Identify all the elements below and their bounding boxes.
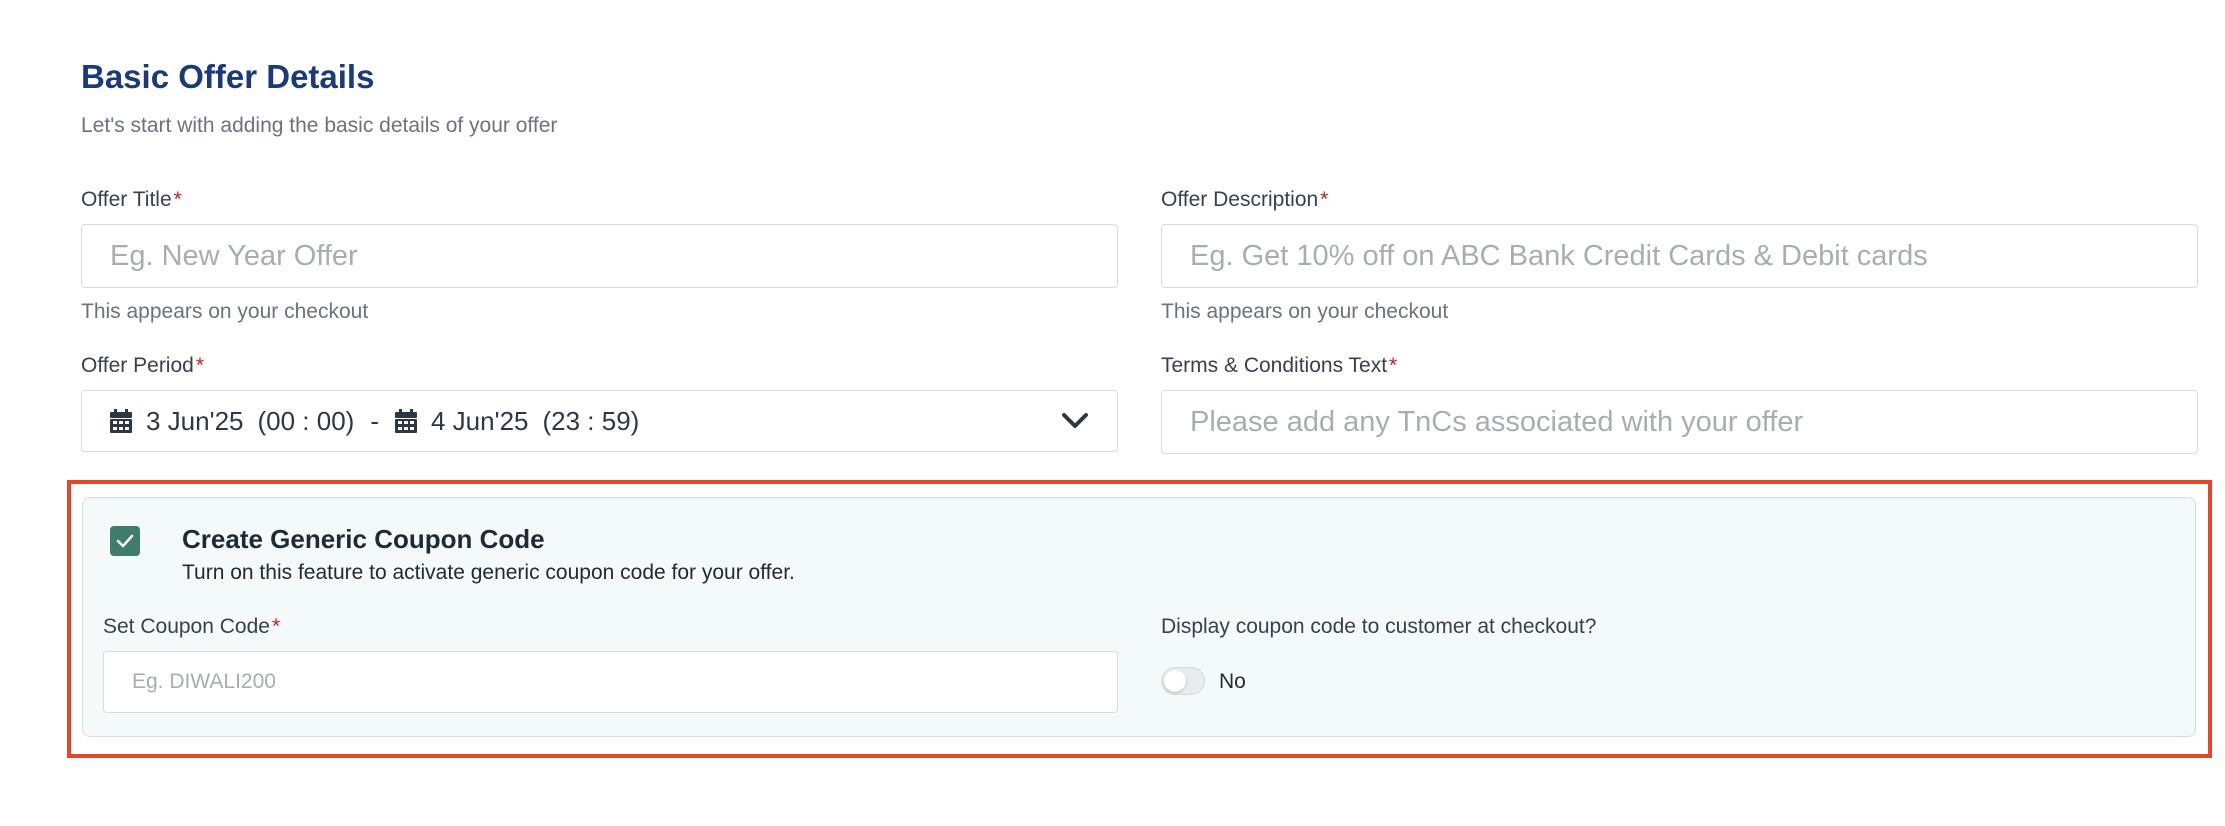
create-coupon-checkbox[interactable] — [110, 526, 140, 556]
offer-title-helper: This appears on your checkout — [81, 300, 369, 323]
offer-description-input[interactable] — [1161, 224, 2198, 288]
start-date: 3 Jun'25 — [146, 405, 244, 436]
offer-title-input[interactable] — [81, 224, 1118, 288]
toggle-knob — [1164, 670, 1186, 692]
terms-label: Terms & Conditions Text* — [1161, 354, 1398, 377]
display-coupon-toggle-text: No — [1219, 670, 1246, 693]
offer-description-label: Offer Description* — [1161, 188, 1329, 211]
end-date: 4 Jun'25 — [431, 405, 529, 436]
terms-input[interactable] — [1161, 390, 2198, 454]
offer-title-label: Offer Title* — [81, 188, 182, 211]
required-asterisk: * — [1320, 188, 1329, 211]
offer-period-picker[interactable]: 3 Jun'25 (00 : 00) - 4 Jun'25 (23 : 59) — [81, 390, 1118, 452]
end-time: (23 : 59) — [542, 405, 640, 436]
display-coupon-toggle[interactable] — [1161, 667, 1205, 695]
calendar-icon — [110, 409, 132, 433]
calendar-icon — [395, 409, 417, 433]
section-subtitle: Let's start with adding the basic detail… — [81, 114, 558, 137]
required-asterisk: * — [195, 354, 205, 377]
coupon-code-input[interactable] — [103, 651, 1118, 713]
display-coupon-label: Display coupon code to customer at check… — [1161, 615, 1597, 638]
required-asterisk: * — [1389, 354, 1398, 377]
offer-description-helper: This appears on your checkout — [1161, 300, 1449, 323]
coupon-code-label: Set Coupon Code* — [103, 615, 281, 638]
checkmark-icon — [116, 534, 134, 548]
chevron-down-icon[interactable] — [1061, 412, 1089, 430]
start-time: (00 : 00) — [257, 405, 355, 436]
offer-period-label: Offer Period* — [81, 354, 205, 377]
section-title: Basic Offer Details — [81, 58, 375, 95]
required-asterisk: * — [173, 188, 182, 211]
coupon-title: Create Generic Coupon Code — [182, 524, 545, 554]
period-separator: - — [370, 405, 379, 436]
required-asterisk: * — [271, 615, 281, 638]
coupon-description: Turn on this feature to activate generic… — [182, 561, 795, 584]
